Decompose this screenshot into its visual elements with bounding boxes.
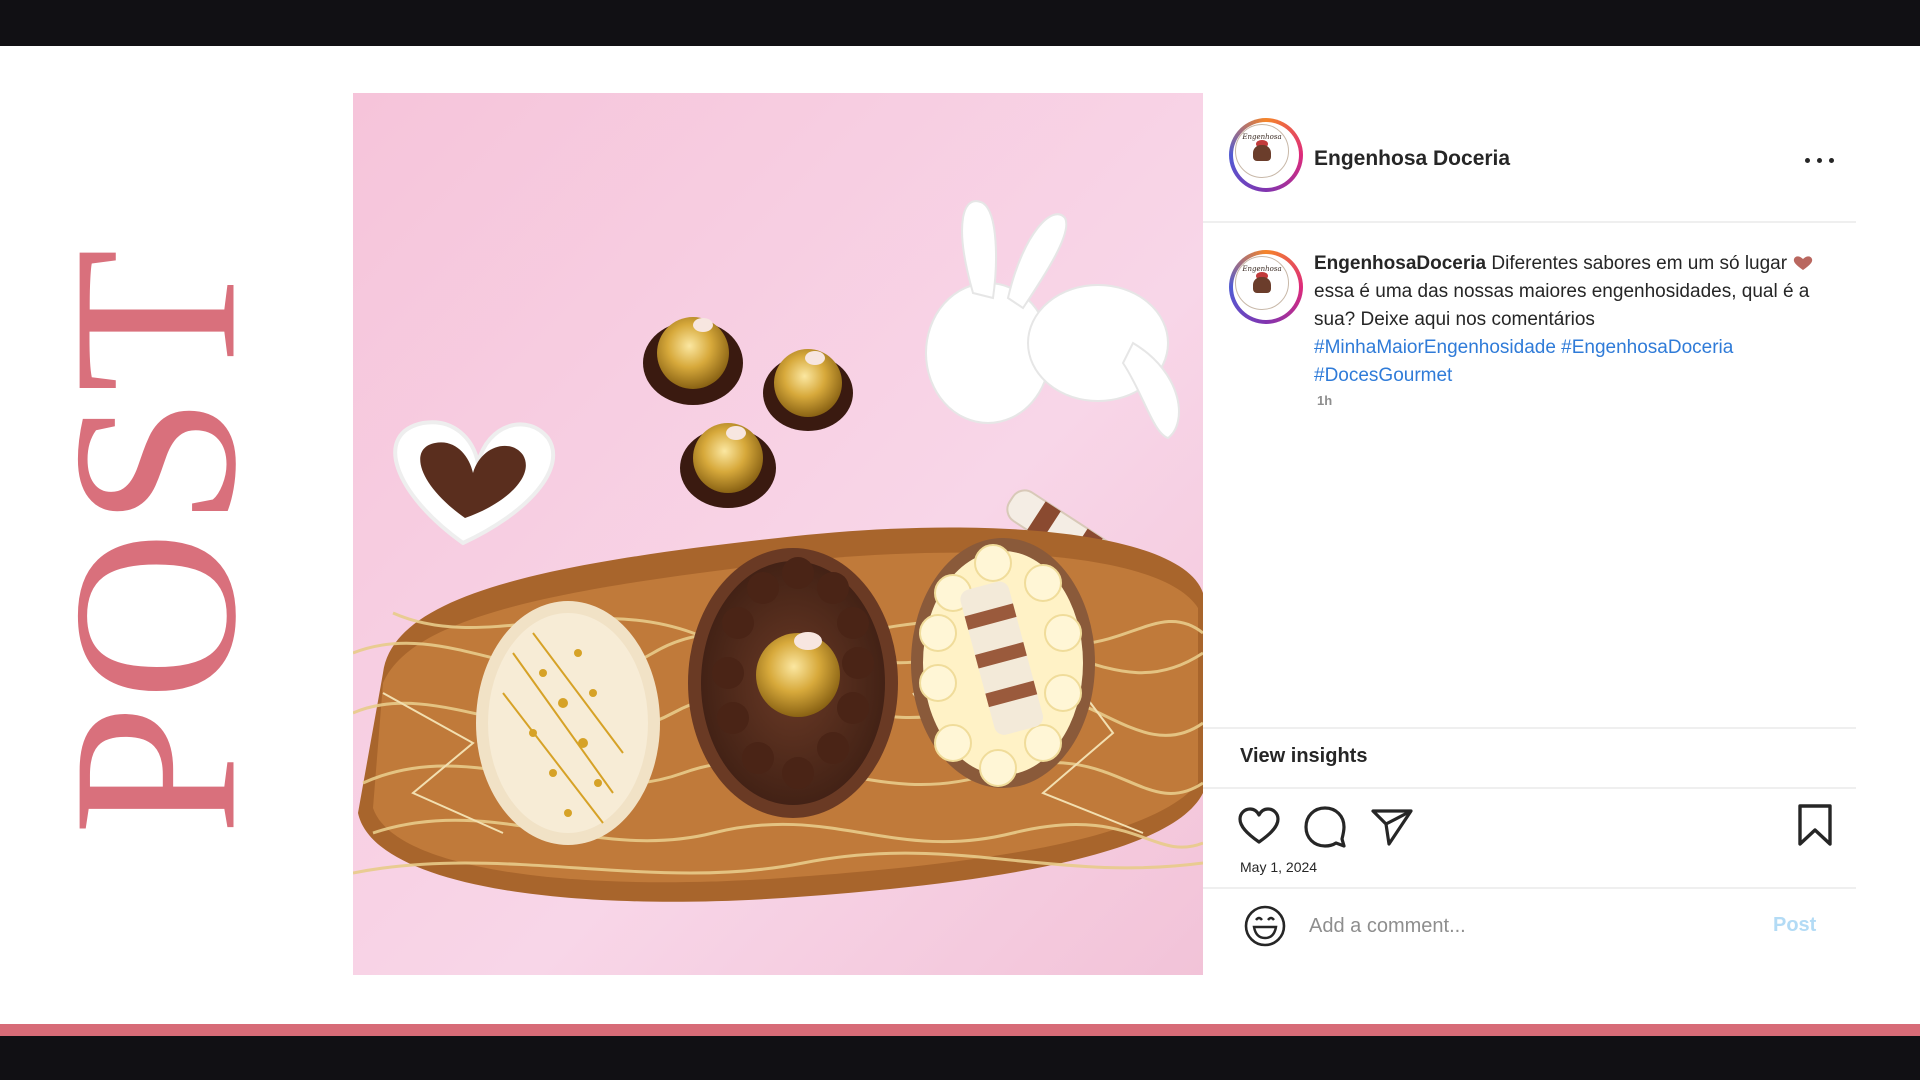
- bottom-bar: [0, 1036, 1920, 1080]
- heart-icon: [1793, 256, 1813, 270]
- top-bar: [0, 0, 1920, 46]
- caption-username[interactable]: EngenhosaDoceria: [1314, 253, 1486, 274]
- insights-divider-top: [1203, 727, 1856, 729]
- caption-text: Diferentes sabores em um só lugar: [1491, 253, 1788, 274]
- header-divider: [1203, 221, 1856, 223]
- logo-icon: Engenhosa: [1235, 256, 1289, 310]
- comment-input[interactable]: [1309, 908, 1729, 944]
- post-panel: Engenhosa Engenhosa Doceria Engenhosa En…: [1203, 93, 1856, 975]
- share-icon[interactable]: [1369, 804, 1415, 850]
- bottom-accent-stripe: [0, 1024, 1920, 1036]
- comment-icon[interactable]: [1302, 804, 1348, 850]
- emoji-picker-icon[interactable]: [1243, 904, 1287, 948]
- more-options-icon[interactable]: [1803, 153, 1837, 167]
- like-icon[interactable]: [1236, 804, 1282, 850]
- caption-text-continued: essa é uma das nossas maiores engenhosid…: [1314, 281, 1810, 330]
- post-photo[interactable]: [353, 93, 1203, 975]
- post-time: 1h: [1317, 393, 1333, 408]
- slide-title: POST: [24, 244, 285, 836]
- view-insights-link[interactable]: View insights: [1240, 745, 1367, 768]
- comment-divider: [1203, 887, 1856, 889]
- account-name[interactable]: Engenhosa Doceria: [1314, 147, 1510, 171]
- logo-icon: Engenhosa: [1235, 124, 1289, 178]
- post-comment-button[interactable]: Post: [1773, 914, 1816, 937]
- post-date: May 1, 2024: [1240, 859, 1318, 875]
- account-avatar[interactable]: Engenhosa: [1229, 118, 1303, 192]
- post-caption: EngenhosaDoceria Diferentes sabores em u…: [1314, 250, 1834, 390]
- save-icon[interactable]: [1792, 802, 1838, 848]
- caption-avatar[interactable]: Engenhosa: [1229, 250, 1303, 324]
- caption-hashtags[interactable]: #MinhaMaiorEngenhosidade #EngenhosaDocer…: [1314, 337, 1733, 386]
- insights-divider-bottom: [1203, 787, 1856, 789]
